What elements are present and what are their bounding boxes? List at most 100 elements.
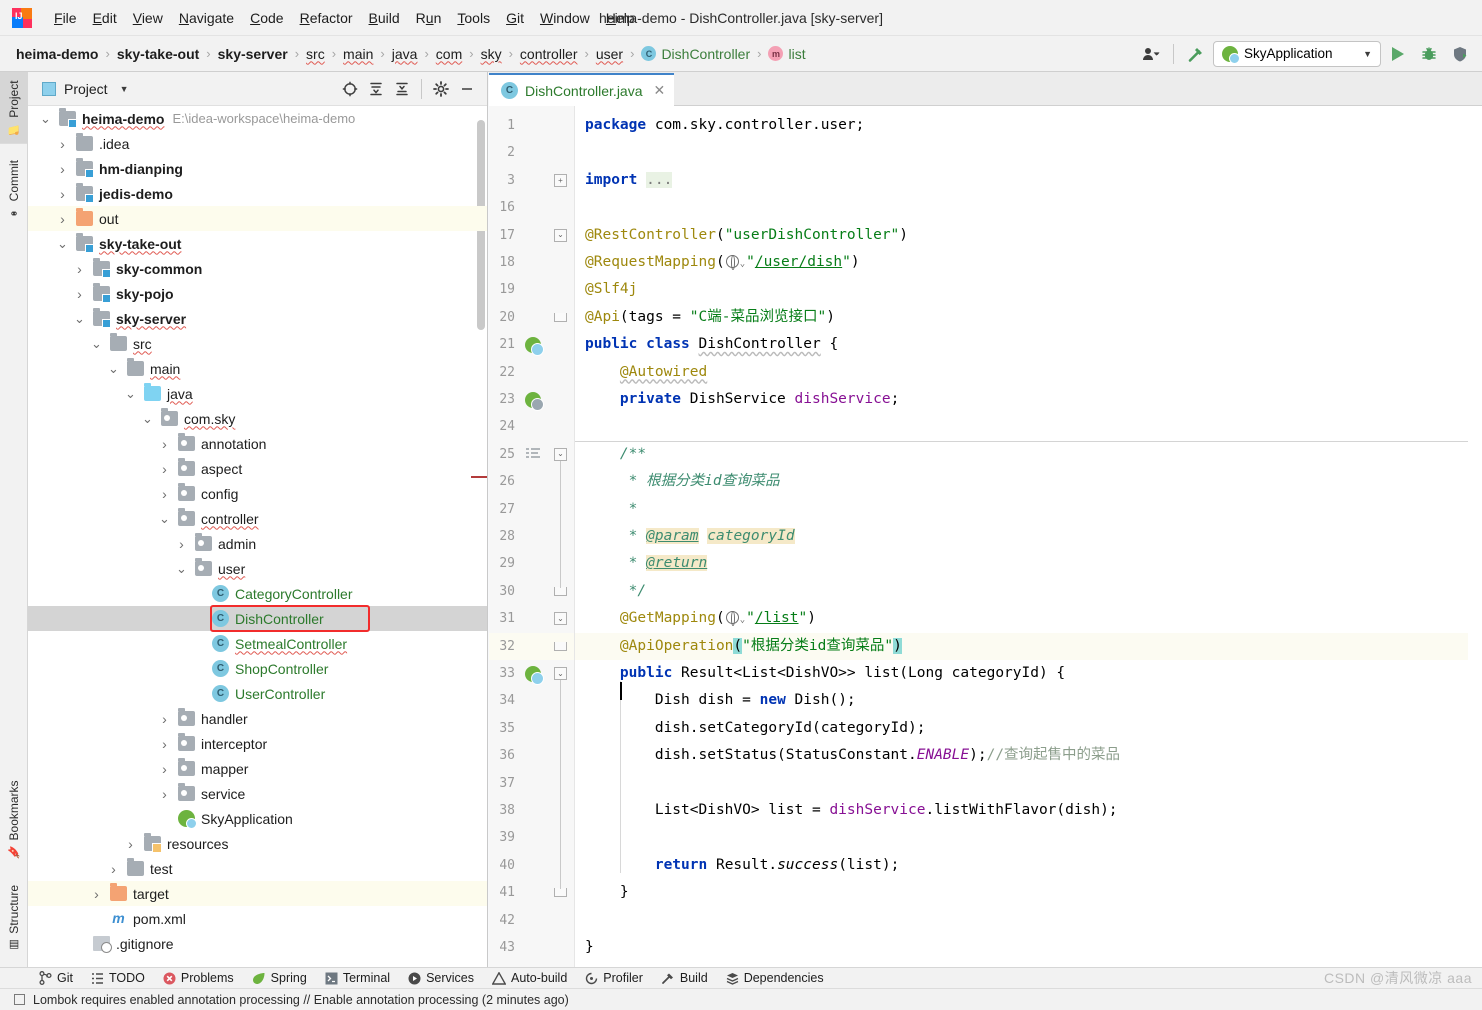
breadcrumb-main[interactable]: main xyxy=(341,44,375,64)
chevron-right-icon[interactable]: › xyxy=(55,136,70,152)
breadcrumb-heima-demo[interactable]: heima-demo xyxy=(14,44,100,64)
chevron-right-icon[interactable]: › xyxy=(89,886,104,902)
chevron-down-icon[interactable]: ⌄ xyxy=(740,259,745,269)
chevron-right-icon[interactable]: › xyxy=(157,461,172,477)
chevron-right-icon[interactable]: › xyxy=(157,486,172,502)
spring-autowired-icon[interactable] xyxy=(523,386,544,413)
menu-help[interactable]: Help xyxy=(598,7,643,29)
breadcrumb-list-method[interactable]: m list xyxy=(766,44,807,64)
chevron-down-icon[interactable]: ⌄ xyxy=(123,387,138,400)
tree-node-controller[interactable]: ⌄ controller xyxy=(28,506,487,531)
breadcrumb-java[interactable]: java xyxy=(390,44,420,64)
menu-window[interactable]: Window xyxy=(532,7,598,29)
tree-node-service[interactable]: › service xyxy=(28,781,487,806)
breadcrumb-sky[interactable]: sky xyxy=(479,44,504,64)
tree-node-skyapplication[interactable]: SkyApplication xyxy=(28,806,487,831)
sidebar-item-bookmarks[interactable]: 🔖 Bookmarks xyxy=(0,772,28,866)
breadcrumb-controller[interactable]: controller xyxy=(518,44,580,64)
menu-git[interactable]: Git xyxy=(498,7,532,29)
chevron-right-icon[interactable]: › xyxy=(157,711,172,727)
tree-node-target[interactable]: › target xyxy=(28,881,487,906)
menu-navigate[interactable]: Navigate xyxy=(171,7,242,29)
tree-node-annotation[interactable]: › annotation xyxy=(28,431,487,456)
tree-node-mapper[interactable]: › mapper xyxy=(28,756,487,781)
breadcrumb-user[interactable]: user xyxy=(594,44,625,64)
chevron-down-icon[interactable]: ⌄ xyxy=(140,412,155,425)
chevron-right-icon[interactable]: › xyxy=(72,261,87,277)
user-settings-icon[interactable] xyxy=(1137,41,1165,67)
web-endpoint-icon[interactable] xyxy=(725,610,739,626)
run-configuration-selector[interactable]: SkyApplication ▼ xyxy=(1213,40,1381,67)
tree-node-main[interactable]: ⌄ main xyxy=(28,356,487,381)
tree-node-admin[interactable]: › admin xyxy=(28,531,487,556)
tree-node--gitignore[interactable]: .gitignore xyxy=(28,931,487,956)
fold-end-marker[interactable] xyxy=(554,312,567,322)
run-with-coverage-icon[interactable] xyxy=(1446,41,1474,67)
tree-node-out[interactable]: › out xyxy=(28,206,487,231)
fold-collapse-icon[interactable]: ⌄ xyxy=(554,228,567,242)
spring-mapping-icon[interactable] xyxy=(523,660,544,687)
tool-button-services[interactable]: Services xyxy=(399,968,483,989)
tree-node-test[interactable]: › test xyxy=(28,856,487,881)
chevron-right-icon[interactable]: › xyxy=(106,861,121,877)
editor-tab-dishcontroller[interactable]: C DishController.java ✕ xyxy=(489,73,675,106)
javadoc-icon[interactable] xyxy=(523,441,543,468)
tree-node-jedis-demo[interactable]: › jedis-demo xyxy=(28,181,487,206)
breadcrumb-sky-take-out[interactable]: sky-take-out xyxy=(115,44,201,64)
tool-button-auto-build[interactable]: Auto-build xyxy=(483,968,576,989)
tool-button-spring[interactable]: Spring xyxy=(243,968,316,989)
menu-edit[interactable]: Edit xyxy=(85,7,125,29)
chevron-down-icon[interactable]: ⌄ xyxy=(38,112,53,125)
breadcrumb-dishcontroller[interactable]: C DishController xyxy=(639,44,752,64)
tree-node-interceptor[interactable]: › interceptor xyxy=(28,731,487,756)
fold-collapse-icon[interactable]: ⌄ xyxy=(554,612,567,626)
tool-button-dependencies[interactable]: Dependencies xyxy=(717,968,833,989)
tree-node-sky-take-out[interactable]: ⌄ sky-take-out xyxy=(28,231,487,256)
tree-node-resources[interactable]: › resources xyxy=(28,831,487,856)
tree-node-handler[interactable]: › handler xyxy=(28,706,487,731)
tree-node-categorycontroller[interactable]: C CategoryController xyxy=(28,581,487,606)
sidebar-item-commit[interactable]: ⚭ Commit xyxy=(0,152,28,227)
status-checkbox-icon[interactable] xyxy=(14,994,25,1005)
tool-button-todo[interactable]: TODO xyxy=(82,968,154,989)
editor-vertical-scrollbar[interactable] xyxy=(1468,106,1482,967)
menu-view[interactable]: View xyxy=(125,7,171,29)
code-text[interactable]: package com.sky.controller.user; import .… xyxy=(575,106,1482,967)
sidebar-item-project[interactable]: 📁 Project xyxy=(0,72,28,144)
tool-button-git[interactable]: Git xyxy=(30,968,82,989)
chevron-right-icon[interactable]: › xyxy=(157,436,172,452)
chevron-right-icon[interactable]: › xyxy=(123,836,138,852)
close-icon[interactable]: ✕ xyxy=(654,82,666,99)
chevron-right-icon[interactable]: › xyxy=(55,211,70,227)
hide-minimize-icon[interactable] xyxy=(455,77,479,101)
tool-button-build[interactable]: Build xyxy=(652,968,717,989)
collapse-all-icon[interactable] xyxy=(390,77,414,101)
chevron-down-icon[interactable]: ⌄ xyxy=(72,312,87,325)
chevron-right-icon[interactable]: › xyxy=(157,786,172,802)
tree-node-sky-common[interactable]: › sky-common xyxy=(28,256,487,281)
sidebar-item-structure[interactable]: ▤ Structure xyxy=(0,877,28,960)
chevron-down-icon[interactable]: ⌄ xyxy=(89,337,104,350)
tree-node-sky-server[interactable]: ⌄ sky-server xyxy=(28,306,487,331)
chevron-right-icon[interactable]: › xyxy=(55,186,70,202)
menu-build[interactable]: Build xyxy=(361,7,408,29)
fold-expand-icon[interactable]: + xyxy=(554,173,567,187)
chevron-right-icon[interactable]: › xyxy=(157,736,172,752)
tree-node-setmealcontroller[interactable]: C SetmealController xyxy=(28,631,487,656)
chevron-down-icon[interactable]: ⌄ xyxy=(106,362,121,375)
tree-node-pom-xml[interactable]: m pom.xml xyxy=(28,906,487,931)
chevron-down-icon[interactable]: ⌄ xyxy=(740,615,745,625)
breadcrumb-com[interactable]: com xyxy=(434,44,464,64)
tree-node-java[interactable]: ⌄ java xyxy=(28,381,487,406)
tool-button-profiler[interactable]: Profiler xyxy=(576,968,652,989)
code-viewport[interactable]: 1 2 3 16 17 18 19 20 21 22 23 24 25 26 27 28 29 30 31 32 33 3… xyxy=(489,106,1482,967)
fold-end-marker[interactable] xyxy=(554,586,567,596)
run-icon[interactable] xyxy=(1384,41,1412,67)
tool-button-terminal[interactable]: Terminal xyxy=(316,968,399,989)
chevron-right-icon[interactable]: › xyxy=(72,286,87,302)
spring-bean-icon[interactable] xyxy=(523,331,544,358)
fold-end-marker[interactable] xyxy=(554,888,567,898)
settings-gear-icon[interactable] xyxy=(429,77,453,101)
breadcrumb-sky-server[interactable]: sky-server xyxy=(216,44,290,64)
debug-icon[interactable] xyxy=(1415,41,1443,67)
